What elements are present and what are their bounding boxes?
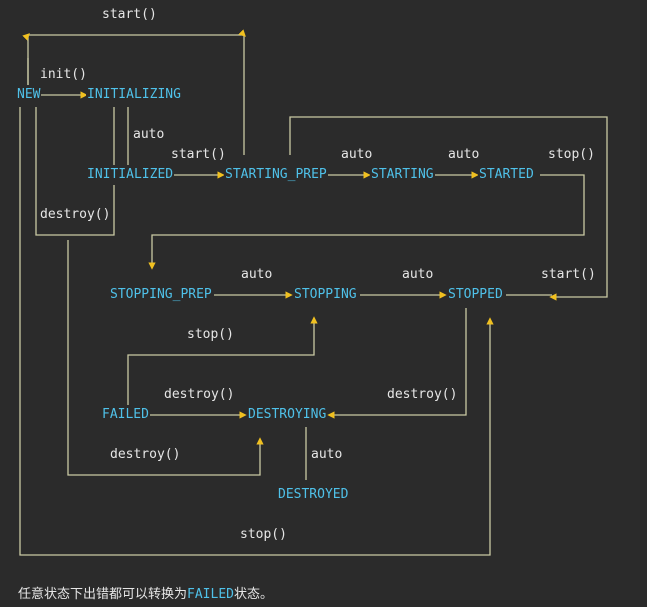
label-destroy-stopped: destroy() <box>386 385 459 405</box>
wire-left-destroy-down <box>67 240 264 476</box>
state-started: STARTED <box>478 165 535 185</box>
label-stop-failed: stop() <box>186 325 235 345</box>
footnote-suffix: 状态。 <box>233 587 273 602</box>
label-auto-stopping-prep: auto <box>240 265 274 285</box>
label-destroy-bottom: destroy() <box>109 445 182 465</box>
state-stopping-prep: STOPPING_PREP <box>109 285 213 305</box>
label-start-stopped: start() <box>540 265 597 285</box>
label-init: init() <box>39 65 88 85</box>
label-auto-starting: auto <box>447 145 481 165</box>
footnote-prefix: 任意状态下出错都可以转换为 <box>18 587 188 602</box>
state-failed: FAILED <box>101 405 150 425</box>
state-destroying: DESTROYING <box>247 405 328 425</box>
state-starting: STARTING <box>370 165 435 185</box>
label-auto-starting-prep: auto <box>340 145 374 165</box>
wire-started-stop <box>148 174 585 270</box>
state-initialized: INITIALIZED <box>86 165 175 185</box>
footnote: 任意状态下出错都可以转换为FAILED状态。 <box>18 585 273 605</box>
state-initializing: INITIALIZING <box>86 85 182 105</box>
label-stop-started: stop() <box>547 145 596 165</box>
state-destroyed: DESTROYED <box>277 485 350 505</box>
label-destroy-failed: destroy() <box>163 385 236 405</box>
label-start-top: start() <box>101 5 158 25</box>
label-stop-bottom: stop() <box>239 525 288 545</box>
state-stopped: STOPPED <box>447 285 504 305</box>
state-starting-prep: STARTING_PREP <box>224 165 328 185</box>
label-start-initialized: start() <box>170 145 227 165</box>
label-destroy-left: destroy() <box>39 205 112 225</box>
label-auto-destroying: auto <box>310 445 344 465</box>
state-new: NEW <box>16 85 42 105</box>
lifecycle-diagram: NEW INITIALIZING INITIALIZED STARTING_PR… <box>0 0 647 607</box>
state-stopping: STOPPING <box>293 285 358 305</box>
footnote-state: FAILED <box>187 587 234 602</box>
label-auto-stopping: auto <box>401 265 435 285</box>
label-auto-initializing: auto <box>132 125 166 145</box>
